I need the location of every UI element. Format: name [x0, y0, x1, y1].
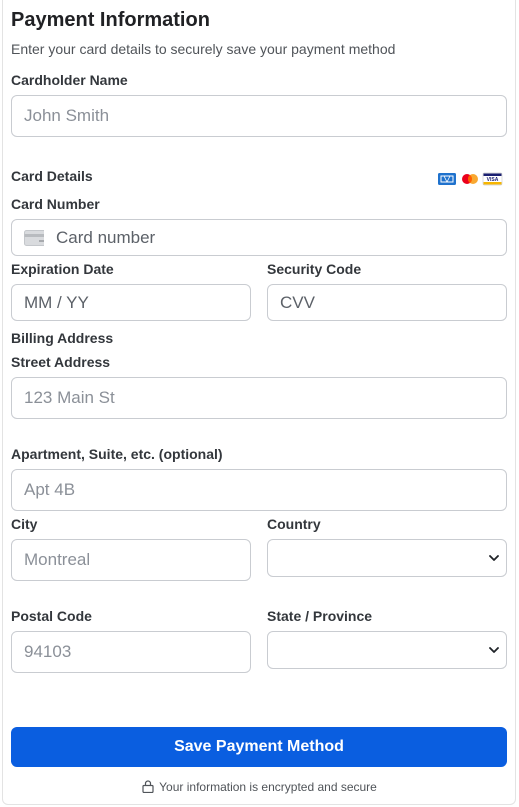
security-note-text: Your information is encrypted and secure: [159, 780, 377, 794]
state-province-label: State / Province: [267, 608, 373, 624]
state-province-select[interactable]: [267, 631, 507, 669]
card-number-input[interactable]: [44, 220, 504, 255]
expiration-date-input[interactable]: [11, 284, 251, 321]
billing-address-label: Billing Address: [11, 330, 114, 346]
visa-text: VISA: [487, 177, 499, 183]
security-code-label: Security Code: [267, 261, 362, 277]
postal-code-input[interactable]: [11, 631, 251, 673]
card-number-label: Card Number: [11, 196, 100, 212]
lock-icon: [142, 780, 154, 793]
card-details-label: Card Details: [11, 168, 93, 184]
postal-code-label: Postal Code: [11, 608, 92, 624]
visa-icon: VISA: [482, 172, 503, 186]
country-label: Country: [267, 516, 321, 532]
mastercard-icon: [462, 174, 478, 184]
city-label: City: [11, 516, 38, 532]
chevron-down-icon: [489, 555, 499, 561]
country-select[interactable]: [267, 539, 507, 577]
city-input[interactable]: [11, 539, 251, 581]
apartment-label: Apartment, Suite, etc. (optional): [11, 446, 223, 462]
card-brand-icons: VISA: [437, 172, 503, 186]
apartment-input[interactable]: [11, 469, 507, 511]
security-note: Your information is encrypted and secure: [0, 780, 519, 794]
amex-icon: [438, 173, 456, 185]
cardholder-name-input[interactable]: [11, 95, 507, 137]
card-number-field[interactable]: [11, 219, 507, 256]
street-address-label: Street Address: [11, 354, 111, 370]
security-code-input[interactable]: [267, 284, 507, 321]
page-subtitle: Enter your card details to securely save…: [11, 41, 396, 57]
save-payment-method-button[interactable]: Save Payment Method: [11, 727, 507, 767]
chevron-down-icon: [489, 647, 499, 653]
expiration-date-label: Expiration Date: [11, 261, 114, 277]
street-address-input[interactable]: [11, 377, 507, 419]
cardholder-name-label: Cardholder Name: [11, 72, 128, 88]
page-title: Payment Information: [11, 9, 210, 31]
